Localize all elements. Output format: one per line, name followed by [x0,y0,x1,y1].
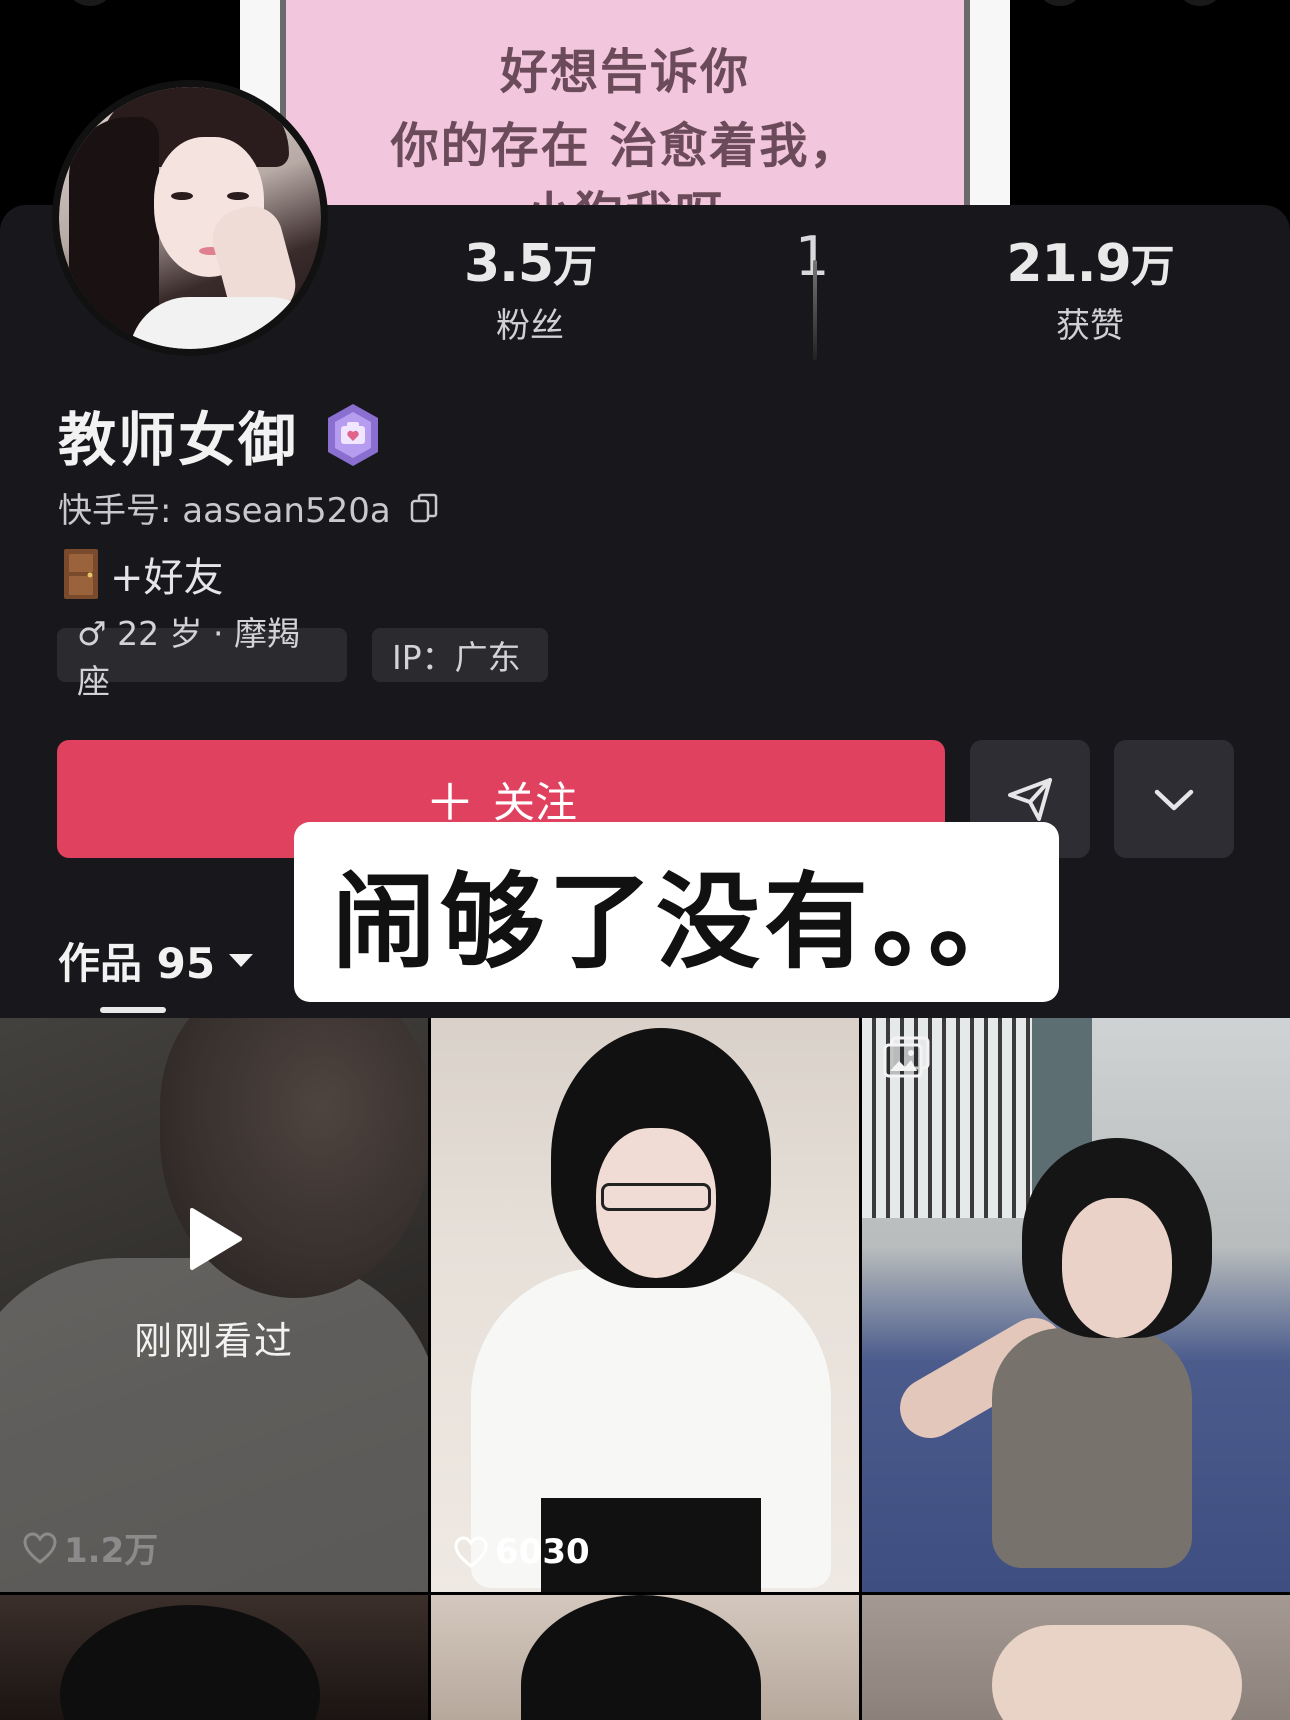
bio-text: +好友 [110,555,224,601]
work-thumbnail[interactable]: 刚刚看过 1.2万 [0,1018,428,1592]
like-count: 6030 [453,1532,590,1572]
gallery-icon [883,1036,930,1078]
subtitle-caption: 闹够了没有。。 [294,822,1059,1002]
followers-count: 3.5万 [463,234,597,294]
banner-text-line2: 你的存在 治愈着我， [390,118,860,174]
recently-viewed-label: 刚刚看过 [133,1318,294,1363]
name-row: 教师女御 [58,400,386,474]
copy-icon[interactable] [409,492,439,524]
likes-label: 获赞 [1056,306,1124,346]
recently-viewed-overlay: 刚刚看过 [0,1018,428,1592]
kuaishou-id: 快手号: aasean520a [58,491,391,531]
banner-text-line1: 好想告诉你 [499,44,750,100]
follow-label: 关注 [492,777,577,827]
heart-icon [454,1536,488,1568]
banner-decoration [70,0,110,6]
tab-works-label: 作品 95 [58,939,216,988]
door-icon [64,549,98,599]
age-sign-tag: ♂ 22 岁 · 摩羯座 [57,614,347,701]
ip-tag: IP：广东 [372,628,548,682]
profile-name: 教师女御 [58,406,299,474]
send-icon [1008,778,1052,821]
more-options-button[interactable] [1114,740,1234,858]
followers-stat[interactable]: 3.5万 粉丝 [380,230,680,347]
badge-icon[interactable] [320,402,386,468]
work-thumbnail[interactable] [431,1595,859,1720]
chevron-down-icon [1154,789,1194,811]
banner-decoration [1180,0,1220,6]
tab-works[interactable]: 作品 95 [58,930,254,991]
heart-icon [23,1531,57,1564]
caret-down-icon [229,954,254,967]
works-grid: 刚刚看过 1.2万 6030 [0,1018,1290,1720]
bio-row: +好友 [62,545,224,603]
likes-stat[interactable]: 21.9万 获赞 [940,230,1240,347]
like-count: 1.2万 [22,1523,158,1572]
stat-divider [813,260,817,360]
work-thumbnail[interactable]: 6030 [431,1018,859,1592]
work-thumbnail[interactable] [862,1595,1290,1720]
likes-count: 21.9万 [1006,234,1174,294]
subtitle-text: 闹够了没有。。 [332,860,1037,983]
banner-decoration [1040,0,1080,6]
tab-active-indicator [100,1007,166,1013]
work-thumbnail[interactable] [0,1595,428,1720]
work-thumbnail[interactable] [862,1018,1290,1592]
kuaishou-id-row: 快手号: aasean520a [58,483,439,532]
banner-image: 好想告诉你 你的存在 治愈着我， 小狗我呀 [240,0,1010,210]
followers-label: 粉丝 [496,306,564,346]
avatar[interactable] [52,80,328,356]
play-icon [190,1207,242,1270]
